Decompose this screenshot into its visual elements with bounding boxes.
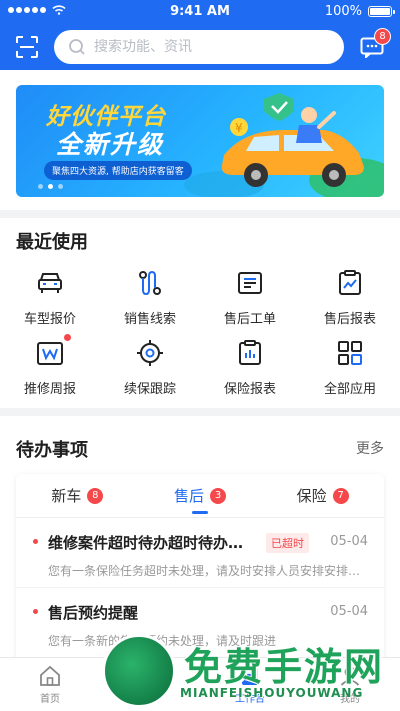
tab-label: 首页 [40, 694, 60, 705]
all-apps-icon [338, 341, 362, 365]
todo-item-desc: 您有一条保险任务超时未处理，请及时安排人员安排安排处理 [48, 564, 368, 578]
app-label: 续保跟踪 [123, 382, 176, 397]
overdue-badge: 已超时 [266, 532, 309, 553]
recent-grid: 车型报价 销售线索 售后工单 售后报表 推修周报 续保跟踪 保险报表 全部应用 [0, 264, 400, 404]
todo-item-date: 05-04 [330, 604, 368, 619]
tab-home[interactable]: 首页 [0, 658, 100, 711]
app-renewal-tracking[interactable]: 续保跟踪 [100, 334, 200, 404]
unread-dot [33, 539, 38, 544]
tab-label: 工作台 [235, 694, 265, 705]
banner-pager [38, 184, 63, 189]
pager-dot-active [48, 184, 53, 189]
app-label: 售后工单 [223, 312, 276, 327]
profile-icon [340, 666, 360, 686]
insurance-report-icon [239, 340, 261, 365]
todo-item-desc: 您有一条新的售后预约未处理，请及时跟进 [48, 634, 277, 648]
workbench-icon [242, 667, 258, 685]
tab-profile[interactable]: 我的 [300, 658, 400, 711]
business-icon [140, 667, 160, 685]
todo-more-link[interactable]: 更多 [356, 438, 384, 458]
app-label: 售后报表 [323, 312, 376, 327]
todo-item-date: 05-04 [330, 534, 368, 549]
work-order-icon [238, 272, 262, 294]
app-label: 车型报价 [23, 312, 76, 327]
route-icon [139, 270, 161, 296]
tab-count-badge: 3 [210, 487, 227, 504]
home-icon [40, 665, 60, 686]
tab-insurance[interactable]: 保险 7 [261, 474, 384, 517]
todo-title: 待办事项 [16, 440, 88, 461]
weekly-report-icon [37, 342, 63, 365]
tab-label: 保险 [296, 487, 327, 505]
promo-banner[interactable]: ¥ 好伙伴平台 全新升级 聚焦四大资源, 帮助店内获客留客 [16, 85, 384, 197]
recent-section: 最近使用 车型报价 销售线索 售后工单 售后报表 推修周报 续保跟踪 保险报表 … [0, 218, 400, 408]
report-chart-icon [339, 270, 361, 295]
app-label: 销售线索 [123, 312, 176, 327]
banner-title-2: 全新升级 [56, 130, 165, 159]
pager-dot [38, 184, 43, 189]
top-bar: 8 [0, 24, 400, 70]
search-icon [69, 39, 85, 55]
car-illustration: ¥ [184, 93, 384, 197]
tab-workbench[interactable]: 工作台 [200, 658, 300, 711]
message-count-badge: 8 [374, 28, 391, 45]
tab-label: 售后 [174, 487, 205, 505]
svg-text:¥: ¥ [235, 121, 243, 135]
tab-count-badge: 7 [332, 487, 349, 504]
todo-item-title: 售后预约提醒 [48, 604, 139, 622]
todo-tabs: 新车 8 售后 3 保险 7 [16, 474, 384, 518]
app-sales-leads[interactable]: 销售线索 [100, 264, 200, 334]
tab-aftersales[interactable]: 售后 3 [139, 474, 262, 517]
bottom-tab-bar: 首页 经营 工作台 我的 [0, 657, 400, 711]
app-repair-weekly[interactable]: 推修周报 [0, 334, 100, 404]
todo-card: 新车 8 售后 3 保险 7 维修案件超时待办超时待办超时待办已超时 05-04… [16, 474, 384, 674]
app-car-quote[interactable]: 车型报价 [0, 264, 100, 334]
recent-title: 最近使用 [16, 232, 88, 253]
scan-icon[interactable] [14, 34, 40, 60]
battery-percent: 100% [324, 4, 362, 19]
app-aftersales-report[interactable]: 售后报表 [300, 264, 400, 334]
tab-business[interactable]: 经营 [100, 658, 200, 711]
todo-item[interactable]: 维修案件超时待办超时待办超时待办已超时 05-04 您有一条保险任务超时未处理，… [16, 518, 384, 588]
unread-dot [33, 609, 38, 614]
battery-icon [368, 6, 395, 17]
tab-new-car[interactable]: 新车 8 [16, 474, 139, 517]
pager-dot [58, 184, 63, 189]
search-input[interactable] [94, 39, 324, 55]
app-insurance-report[interactable]: 保险报表 [200, 334, 300, 404]
todo-item-title: 维修案件超时待办超时待办超时待办 [48, 534, 258, 552]
tab-label: 经营 [140, 694, 160, 705]
tab-label: 新车 [51, 487, 82, 505]
app-all-apps[interactable]: 全部应用 [300, 334, 400, 404]
status-bar: 9:41 AM 100% [0, 0, 400, 24]
app-label: 全部应用 [323, 382, 376, 397]
new-indicator-dot [64, 334, 71, 341]
search-bar[interactable] [54, 30, 344, 64]
tab-count-badge: 8 [87, 487, 104, 504]
todo-item[interactable]: 售后预约提醒 05-04 您有一条新的售后预约未处理，请及时跟进 [16, 588, 384, 658]
banner-section: ¥ 好伙伴平台 全新升级 聚焦四大资源, 帮助店内获客留客 [0, 70, 400, 210]
app-aftersales-order[interactable]: 售后工单 [200, 264, 300, 334]
app-label: 保险报表 [223, 382, 276, 397]
banner-tagline: 聚焦四大资源, 帮助店内获客留客 [44, 161, 192, 180]
app-label: 推修周报 [23, 382, 76, 397]
target-icon [137, 340, 163, 366]
tab-label: 我的 [340, 694, 360, 705]
car-icon [38, 273, 62, 293]
